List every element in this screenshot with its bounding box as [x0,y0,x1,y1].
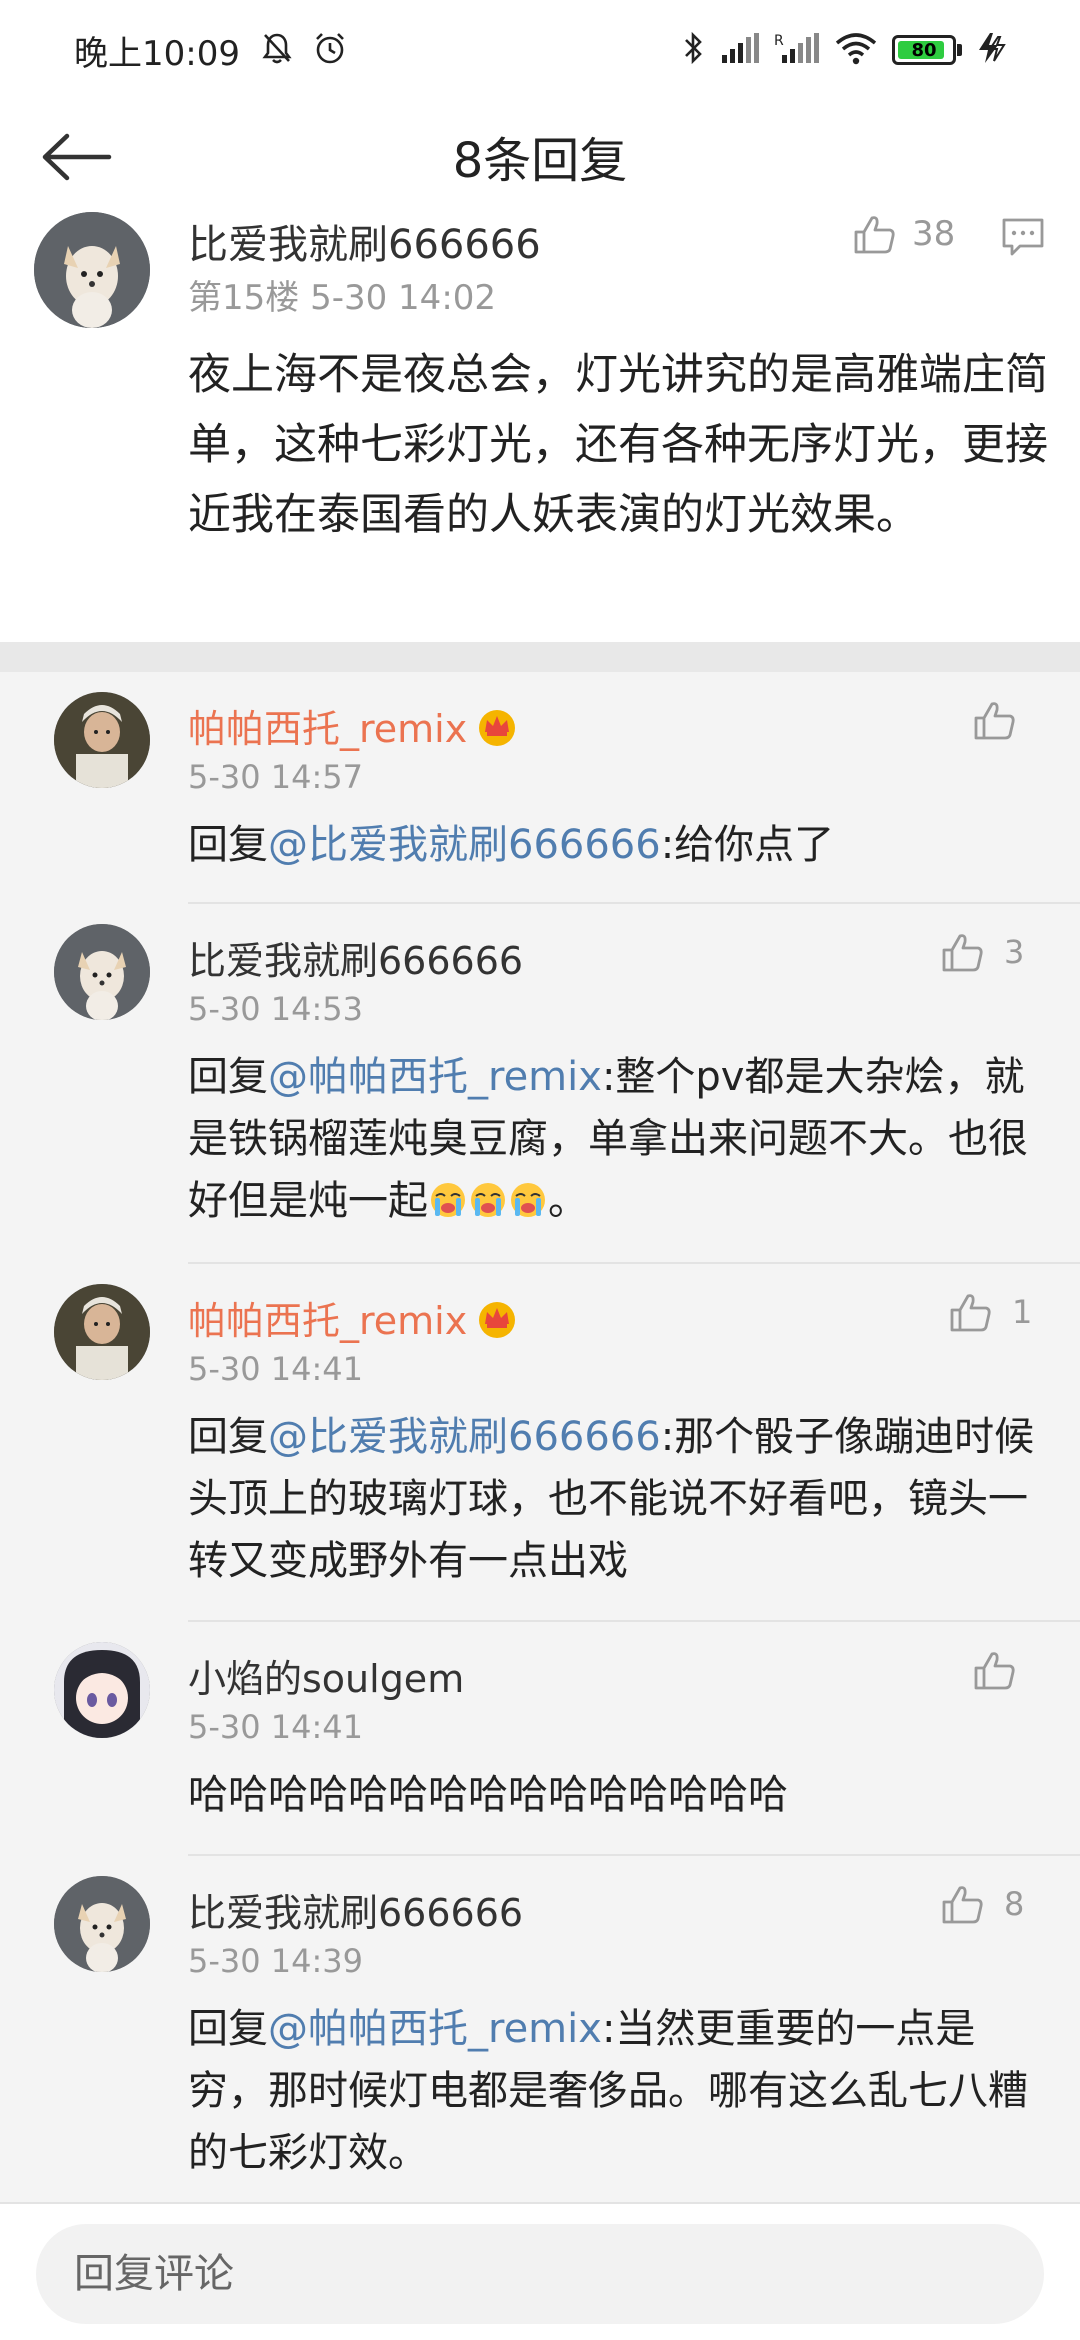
reply-username[interactable]: 帕帕西托_remix [188,1290,519,1345]
crying-emoji-icon [431,1183,465,1217]
status-time: 晚上10:09 [74,33,240,74]
comment-timestamp: 5-30 14:02 [310,278,497,318]
reply-item[interactable]: 帕帕西托_remix 5-30 14:57 回复@比爱我就刷666666:给你点… [0,672,1080,904]
reply-time: 5-30 14:41 [188,1350,364,1388]
battery-level: 80 [911,39,937,61]
reply-comment-input[interactable] [36,2224,1044,2324]
mention-link[interactable]: @帕帕西托_remix [268,1054,602,1100]
comment-meta: 第15楼 5-30 14:02 [188,270,496,319]
reply-time: 5-30 14:39 [188,1942,364,1980]
signal-icon [720,31,760,69]
reply-username[interactable]: 帕帕西托_remix [188,698,519,753]
mention-link[interactable]: @比爱我就刷666666 [268,822,661,868]
reply-item[interactable]: 帕帕西托_remix 5-30 14:41 1 回复@比爱我就刷666666:那… [0,1264,1080,1622]
thumbs-up-icon [974,702,1015,740]
avatar[interactable] [34,212,150,328]
svg-text:R: R [774,33,784,49]
vip-crown-icon [479,709,516,746]
reply-list: 帕帕西托_remix 5-30 14:57 回复@比爱我就刷666666:给你点… [0,672,1080,2202]
reply-username[interactable]: 小焰的soulgem [188,1648,464,1703]
crying-emoji-icon [471,1183,505,1217]
reply-text: 回复@帕帕西托_remix:当然更重要的一点是穷，那时候灯电都是奢侈品。哪有这么… [188,2006,1028,2176]
reply-time: 5-30 14:53 [188,990,364,1028]
like-button[interactable]: 38 [852,212,955,256]
main-comment: 比爱我就刷666666 第15楼 5-30 14:02 38 夜上海不是夜总会，… [0,212,1080,642]
reply-item[interactable]: 比爱我就刷666666 5-30 14:39 8 回复@帕帕西托_remix:当… [0,1856,1080,2202]
like-button[interactable]: 1 [948,1290,1032,1334]
section-divider [0,642,1080,672]
reply-text: 回复@帕帕西托_remix:整个pv都是大杂烩，就是铁锅榴莲炖臭豆腐，单拿出来问… [188,1054,1028,1224]
thumbs-up-icon [942,934,983,972]
floor-label: 第15楼 [188,278,300,318]
status-bar: 晚上10:09 R 80 [0,0,1080,100]
charging-icon [976,31,1006,69]
signal-roaming-icon: R [774,31,820,69]
wifi-icon [834,31,878,69]
like-button[interactable]: 3 [940,930,1024,974]
avatar[interactable] [54,1876,150,1972]
thumbs-up-icon [950,1294,991,1332]
alarm-icon [312,30,348,70]
like-count: 8 [1004,1885,1025,1923]
like-button[interactable] [972,698,1018,742]
avatar[interactable] [54,924,150,1020]
reply-text: 回复@比爱我就刷666666:那个骰子像蹦迪时候头顶上的玻璃灯球，也不能说不好看… [188,1414,1035,1584]
reply-username[interactable]: 比爱我就刷666666 [188,1882,523,1937]
vip-crown-icon [479,1301,516,1338]
avatar[interactable] [54,692,150,788]
like-count: 1 [1012,1293,1033,1331]
back-arrow-icon [42,133,112,181]
reply-text: 回复@比爱我就刷666666:给你点了 [188,822,835,868]
mute-bell-icon [260,31,294,69]
like-button[interactable] [972,1648,1018,1692]
thumbs-up-icon [942,1886,983,1924]
reply-text: 哈哈哈哈哈哈哈哈哈哈哈哈哈哈哈 [188,1772,788,1818]
page-title: 8条回复 [452,133,628,189]
avatar[interactable] [54,1642,150,1738]
mention-link[interactable]: @比爱我就刷666666 [268,1414,661,1460]
thumbs-up-icon [974,1652,1015,1690]
comment-username[interactable]: 比爱我就刷666666 [188,212,541,270]
crying-emoji-icon [511,1183,545,1217]
mention-link[interactable]: @帕帕西托_remix [268,2006,602,2052]
reply-item[interactable]: 比爱我就刷666666 5-30 14:53 3 回复@帕帕西托_remix:整… [0,904,1080,1264]
back-button[interactable] [36,122,116,192]
reply-time: 5-30 14:41 [188,1708,364,1746]
comment-icon [1002,218,1044,256]
reply-username[interactable]: 比爱我就刷666666 [188,930,523,985]
nav-bar: 8条回复 [0,100,1080,212]
reply-item[interactable]: 小焰的soulgem 5-30 14:41 哈哈哈哈哈哈哈哈哈哈哈哈哈哈哈 [0,1622,1080,1856]
bluetooth-icon [682,30,706,70]
thumbs-up-icon [854,216,895,254]
reply-time: 5-30 14:57 [188,758,364,796]
battery-icon: 80 [892,35,962,65]
avatar[interactable] [54,1284,150,1380]
reply-button[interactable] [1000,216,1046,262]
bottom-bar [0,2202,1080,2340]
comment-text: 夜上海不是夜总会，灯光讲究的是高雅端庄简单，这种七彩灯光，还有各种无序灯光，更接… [188,350,1048,540]
like-count: 38 [912,214,956,254]
like-count: 3 [1004,933,1025,971]
like-button[interactable]: 8 [940,1882,1024,1926]
